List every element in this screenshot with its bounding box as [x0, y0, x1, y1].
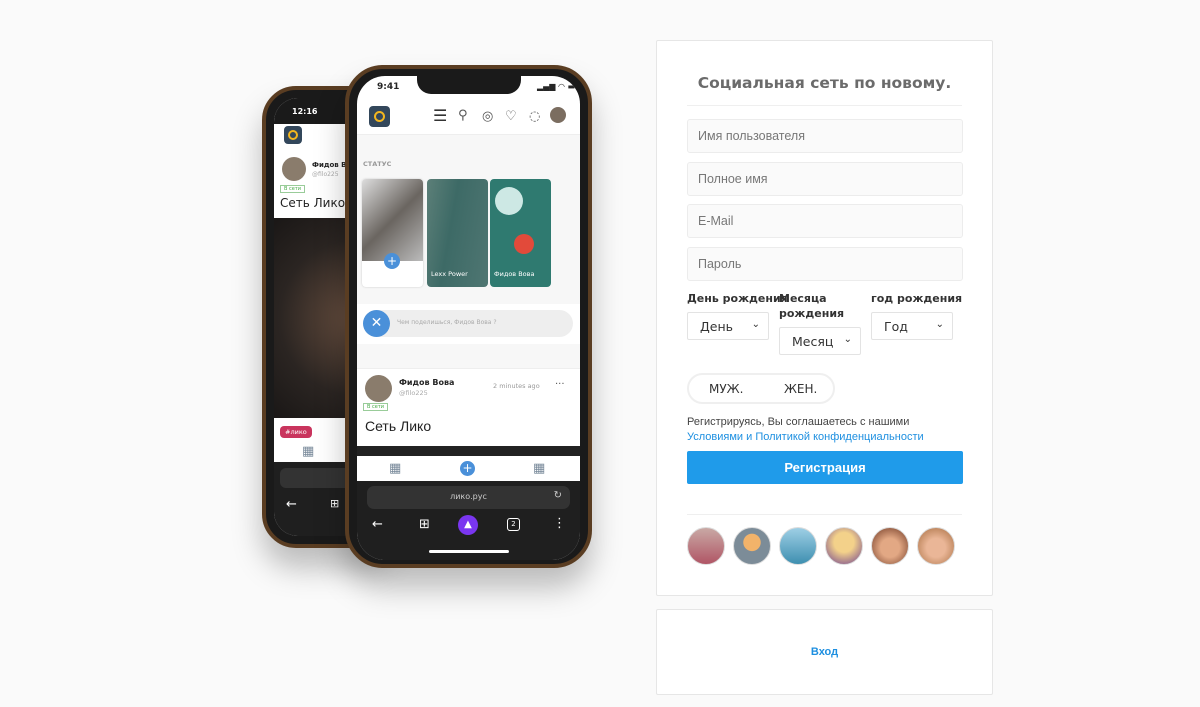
composer-input[interactable]: ✕ Чем поделишься, Фидов Вова ? [363, 310, 573, 337]
status-time: 12:16 [292, 107, 318, 116]
story-name: Фидов Вова [494, 270, 535, 278]
avatar [825, 527, 863, 565]
add-post-icon[interactable]: + [460, 461, 475, 476]
new-tab-icon[interactable]: ⊞ [330, 498, 339, 509]
status-heading: СТАТУС [363, 160, 392, 168]
messenger-icon[interactable]: ◌ [529, 110, 540, 123]
register-button[interactable]: Регистрация [687, 451, 963, 484]
chevron-down-icon: ⌄ [843, 334, 852, 345]
avatar [871, 527, 909, 565]
post-author[interactable]: Фидов Вова [399, 378, 454, 387]
back-icon[interactable]: ← [372, 518, 383, 531]
post-text: Сеть Лико [280, 196, 346, 210]
terms-caption: Регистрируясь, Вы соглашаетесь с нашими [687, 416, 910, 428]
avatar [282, 157, 306, 181]
birth-year-label: год рождения [871, 292, 963, 305]
birth-month-label: Месяца рождения [779, 292, 845, 320]
year-select[interactable]: Год ⌄ [871, 312, 953, 340]
hashtag[interactable]: #лико [280, 426, 312, 438]
app-logo[interactable] [369, 106, 390, 127]
home-indicator [429, 550, 509, 553]
more-vertical-icon[interactable]: ⋮ [553, 517, 566, 530]
reload-icon[interactable]: ↻ [554, 490, 562, 501]
menu-icon[interactable]: ☰ [433, 108, 447, 124]
terms-text: Регистрируясь, Вы соглашаетесь с нашими … [687, 415, 924, 445]
username-input[interactable] [687, 119, 963, 153]
add-story-icon[interactable]: + [384, 253, 400, 269]
online-badge: В сети [363, 403, 389, 411]
post-author: Фидов В [312, 161, 347, 169]
password-input[interactable] [687, 247, 963, 281]
post-handle: @filo225 [399, 389, 428, 397]
chevron-down-icon: ⌄ [751, 319, 760, 330]
alice-icon[interactable]: ▲ [458, 515, 478, 535]
feed-icon[interactable]: ▦ [302, 445, 314, 458]
post-text: Сеть Лико [365, 418, 432, 434]
story-name: Lexx Power [431, 270, 468, 278]
url-bar[interactable]: лико.рус ↻ [367, 486, 570, 509]
gender-female[interactable]: ЖЕН. [784, 382, 817, 396]
heart-icon[interactable]: ♡ [505, 110, 517, 123]
divider [687, 514, 962, 515]
story-card[interactable]: Lexx Power [427, 179, 488, 287]
chevron-down-icon: ⌄ [935, 319, 944, 330]
avatar [733, 527, 771, 565]
avatar [779, 527, 817, 565]
composer-placeholder: Чем поделишься, Фидов Вова ? [397, 319, 497, 326]
birth-day-label: День рождения [687, 292, 788, 305]
feed-icon[interactable]: ▦ [389, 462, 401, 475]
avatar [687, 527, 725, 565]
terms-link[interactable]: Условиями и Политикой конфиденциальности [687, 431, 924, 443]
grid-icon[interactable]: ▦ [533, 462, 545, 475]
new-tab-icon[interactable]: ⊞ [419, 518, 430, 531]
status-time: 9:41 [377, 82, 400, 92]
avatar[interactable] [365, 375, 392, 402]
story-card[interactable]: Фидов Вова [490, 179, 551, 287]
post-handle: @filo225 [312, 171, 339, 178]
day-select-value: День [700, 318, 733, 334]
signup-card: Социальная сеть по новому. День рождения… [656, 40, 993, 596]
day-select[interactable]: День ⌄ [687, 312, 769, 340]
fullname-input[interactable] [687, 162, 963, 196]
divider [687, 105, 962, 106]
url-text: лико.рус [450, 492, 487, 501]
tabs-count[interactable]: 2 [507, 518, 520, 531]
search-icon[interactable]: ⚲ [458, 109, 468, 122]
year-select-value: Год [884, 318, 908, 334]
page-title: Социальная сеть по новому. [697, 74, 952, 92]
compass-icon[interactable]: ◎ [482, 110, 493, 123]
login-link[interactable]: Вход [657, 646, 992, 658]
more-icon[interactable]: ··· [555, 379, 565, 390]
story-add[interactable]: + [362, 179, 423, 287]
avatar [917, 527, 955, 565]
back-icon[interactable]: ← [286, 498, 297, 511]
app-logo [284, 126, 302, 144]
login-card: Вход [656, 609, 993, 695]
post-time: 2 minutes ago [493, 382, 540, 390]
email-input[interactable] [687, 204, 963, 238]
month-select[interactable]: Месяц ⌄ [779, 327, 861, 355]
phone-mockup-front: 9:41 ▂▄▆ ◠ ▬ ☰ ⚲ ◎ ♡ ◌ СТАТУС + Lexx Pow… [345, 65, 592, 568]
profile-avatar[interactable] [550, 107, 566, 123]
gender-male[interactable]: МУЖ. [709, 382, 743, 396]
online-badge: В сети [280, 185, 306, 193]
month-select-value: Месяц [792, 333, 834, 349]
battery-icon: ▂▄▆ ◠ ▬ [537, 82, 576, 91]
close-icon[interactable]: ✕ [363, 310, 390, 337]
gender-toggle: МУЖ. ЖЕН. [687, 373, 835, 404]
